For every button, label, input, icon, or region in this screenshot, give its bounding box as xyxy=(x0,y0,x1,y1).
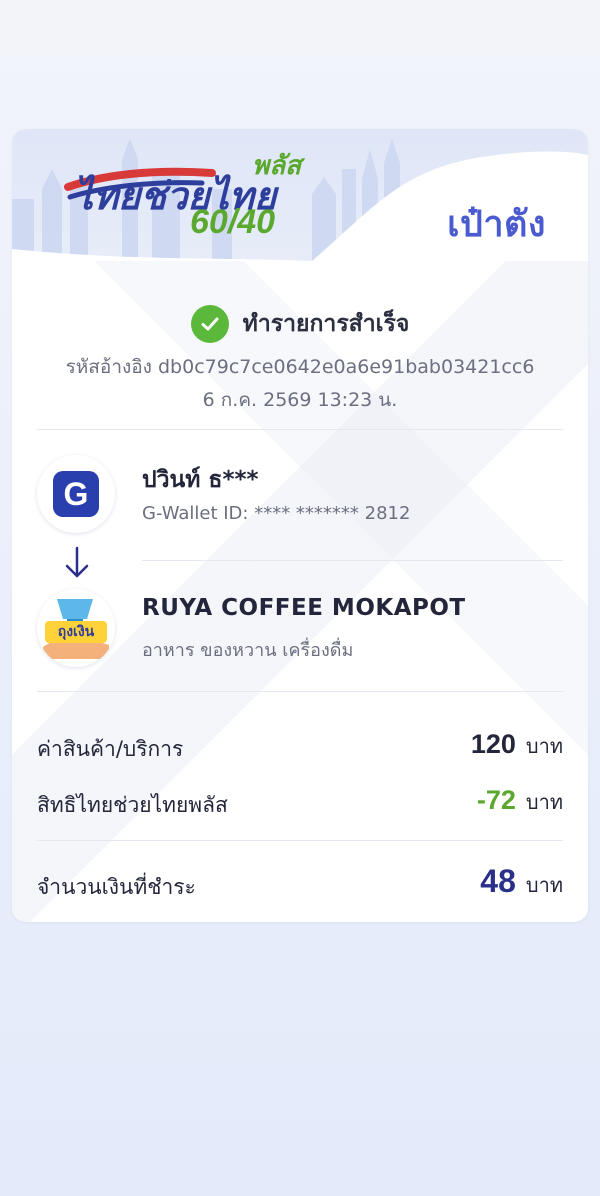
total-label: จำนวนเงินที่ชำระ xyxy=(37,875,196,899)
price-label: ค่าสินค้า/บริการ xyxy=(37,737,184,761)
discount-value: -72 xyxy=(476,785,516,815)
receiver-logo-text: ถุงเงิน xyxy=(45,621,107,643)
divider xyxy=(142,560,563,561)
transaction-datetime: 6 ก.ค. 2569 13:23 น. xyxy=(202,389,398,411)
total-amount: 48 บาท xyxy=(480,863,563,901)
receiver-category: อาหาร ของหวาน เครื่องดื่ม xyxy=(142,640,354,661)
price-amount: 120 บาท xyxy=(471,729,563,762)
currency-unit: บาท xyxy=(525,734,563,758)
currency-unit: บาท xyxy=(525,873,563,897)
paotang-label: เป๋าตัง xyxy=(447,203,546,244)
divider xyxy=(37,429,563,430)
discount-amount: -72 บาท xyxy=(477,785,563,818)
logo-ratio: 60/40 xyxy=(190,203,276,241)
divider xyxy=(37,840,563,841)
status-row: ทำรายการสำเร็จ xyxy=(12,305,588,343)
receipt-header: ไทยช่วยไทย พลัส 60/40 เป๋าตัง xyxy=(12,129,588,261)
sender-name: ปวินท์ ธ*** xyxy=(142,467,259,493)
price-value: 120 xyxy=(470,729,516,759)
receipt-card: ไทยช่วยไทย พลัส 60/40 เป๋าตัง ทำรายการสำ… xyxy=(12,129,588,922)
logo-plus: พลัส xyxy=(252,150,301,180)
g-wallet-icon: G xyxy=(53,471,99,517)
thai-help-thai-logo: ไทยช่วยไทย พลัส 60/40 xyxy=(62,147,322,251)
currency-unit: บาท xyxy=(525,790,563,814)
total-value: 48 xyxy=(480,863,516,899)
arrow-down-icon xyxy=(65,546,89,578)
receiver-avatar: ถุงเงิน xyxy=(37,589,115,667)
status-title: ทำรายการสำเร็จ xyxy=(242,311,410,337)
discount-label: สิทธิไทยช่วยไทยพลัส xyxy=(37,793,228,817)
divider xyxy=(37,691,563,692)
reference-code: รหัสอ้างอิง db0c79c7ce0642e0a6e91bab0342… xyxy=(65,356,535,378)
sender-wallet-id: G-Wallet ID: **** ******* 2812 xyxy=(142,503,411,524)
receiver-name: RUYA COFFEE MOKAPOT xyxy=(142,595,466,621)
check-circle-icon xyxy=(190,305,229,343)
sender-avatar: G xyxy=(37,455,115,533)
